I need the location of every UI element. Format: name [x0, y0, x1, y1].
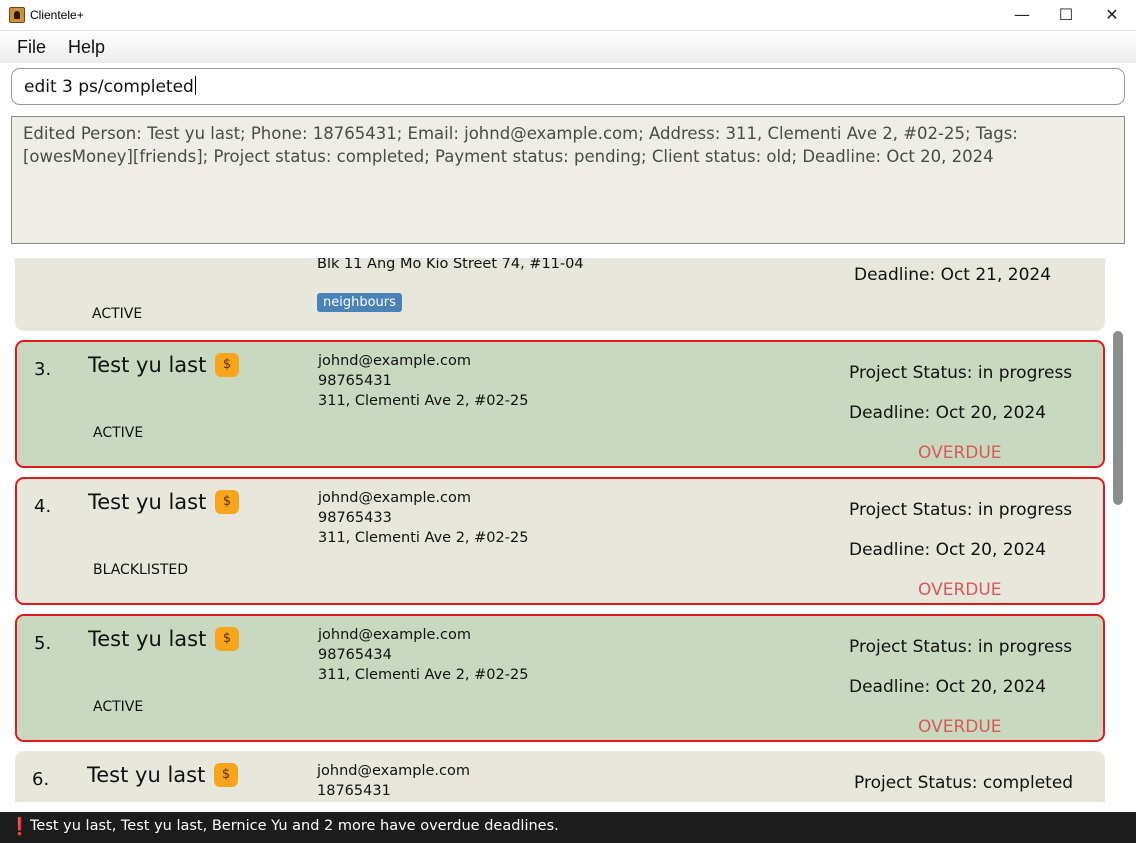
menu-file[interactable]: File — [17, 37, 46, 58]
client-status: BLACKLISTED — [93, 562, 189, 578]
card-phone: 98765431 — [318, 373, 392, 389]
payment-pending-icon: $ — [215, 627, 239, 651]
title-bar: Clientele+ — ☐ ✕ — [0, 0, 1136, 31]
result-display[interactable]: Edited Person: Test yu last; Phone: 1876… — [11, 116, 1125, 244]
card-name: Test yu last — [88, 627, 207, 651]
person-card[interactable]: 4. Test yu last $ BLACKLISTED johnd@exam… — [15, 477, 1105, 605]
card-index: 6. — [32, 769, 50, 790]
card-email: johnd@example.com — [317, 763, 470, 779]
app-icon — [9, 7, 25, 23]
card-phone: 18765431 — [317, 783, 391, 799]
status-bar: ❗ Test yu last, Test yu last, Bernice Yu… — [0, 812, 1136, 843]
payment-pending-icon: $ — [215, 490, 239, 514]
menu-help[interactable]: Help — [68, 37, 105, 58]
person-list[interactable]: Blk 11 Ang Mo Kio Street 74, #11-04 neig… — [0, 258, 1136, 802]
card-deadline: Deadline: Oct 20, 2024 — [849, 403, 1047, 423]
card-index: 5. — [34, 633, 52, 654]
project-status: Project Status: in progress — [849, 363, 1073, 383]
card-name: Test yu last — [88, 490, 207, 514]
card-deadline: Deadline: Oct 20, 2024 — [849, 540, 1047, 560]
minimize-button[interactable]: — — [999, 0, 1045, 31]
client-status: ACTIVE — [93, 699, 144, 715]
maximize-button[interactable]: ☐ — [1043, 0, 1089, 31]
project-status: Project Status: in progress — [849, 637, 1073, 657]
card-address: 311, Clementi Ave 2, #02-25 — [318, 530, 529, 546]
card-email: johnd@example.com — [318, 490, 471, 506]
command-text: edit 3 ps/completed — [24, 77, 194, 97]
card-deadline: Deadline: Oct 21, 2024 — [854, 265, 1052, 285]
menu-bar: File Help — [0, 31, 1136, 63]
text-caret — [194, 76, 196, 95]
card-index: 3. — [34, 359, 52, 380]
project-status: Project Status: in progress — [849, 500, 1073, 520]
card-name: Test yu last — [87, 763, 206, 787]
overdue-label: OVERDUE — [918, 443, 1002, 463]
client-status: ACTIVE — [92, 306, 143, 322]
card-address: 311, Clementi Ave 2, #02-25 — [318, 393, 529, 409]
result-text: Edited Person: Test yu last; Phone: 1876… — [23, 124, 1018, 166]
person-card[interactable]: Blk 11 Ang Mo Kio Street 74, #11-04 neig… — [15, 258, 1105, 331]
warning-icon: ❗ — [9, 817, 31, 837]
card-address: Blk 11 Ang Mo Kio Street 74, #11-04 — [317, 258, 584, 272]
scrollbar-thumb[interactable] — [1113, 331, 1123, 505]
card-name: Test yu last — [88, 353, 207, 377]
card-phone: 98765434 — [318, 647, 392, 663]
person-card[interactable]: 3. Test yu last $ ACTIVE johnd@example.c… — [15, 340, 1105, 468]
person-card[interactable]: 5. Test yu last $ ACTIVE johnd@example.c… — [15, 614, 1105, 742]
card-address: 311, Clementi Ave 2, #02-25 — [318, 667, 529, 683]
close-button[interactable]: ✕ — [1089, 0, 1135, 31]
payment-pending-icon: $ — [215, 353, 239, 377]
status-text: Test yu last, Test yu last, Bernice Yu a… — [30, 818, 559, 834]
card-deadline: Deadline: Oct 20, 2024 — [849, 677, 1047, 697]
card-index: 4. — [34, 496, 52, 517]
person-card[interactable]: 6. Test yu last $ johnd@example.com 1876… — [15, 751, 1105, 802]
overdue-label: OVERDUE — [918, 717, 1002, 737]
window-title: Clientele+ — [30, 8, 84, 22]
project-status: Project Status: completed — [854, 773, 1074, 793]
payment-pending-icon: $ — [214, 763, 238, 787]
card-phone: 98765433 — [318, 510, 392, 526]
card-email: johnd@example.com — [318, 627, 471, 643]
card-email: johnd@example.com — [318, 353, 471, 369]
client-status: ACTIVE — [93, 425, 144, 441]
command-input[interactable]: edit 3 ps/completed — [11, 68, 1125, 105]
overdue-label: OVERDUE — [918, 580, 1002, 600]
tag-badge: neighbours — [317, 293, 402, 312]
